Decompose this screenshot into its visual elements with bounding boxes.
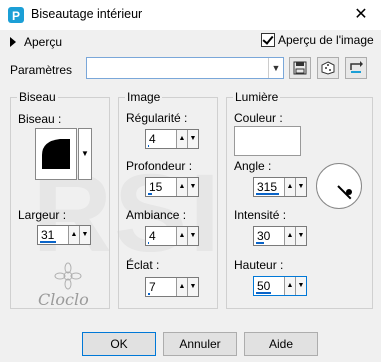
dial-hub bbox=[346, 189, 352, 195]
shininess-spinner[interactable]: 7 ▲ ▼ bbox=[145, 277, 199, 297]
ok-button[interactable]: OK bbox=[82, 332, 156, 356]
light-group-title: Lumière bbox=[233, 90, 281, 104]
ambience-level-bar bbox=[148, 242, 149, 244]
spin-up-icon[interactable]: ▲ bbox=[176, 130, 187, 148]
spin-down-icon[interactable]: ▼ bbox=[79, 226, 90, 244]
chevron-down-icon[interactable]: ▼ bbox=[268, 58, 283, 78]
shininess-value[interactable]: 7 bbox=[149, 280, 156, 294]
image-group-title: Image bbox=[125, 90, 163, 104]
watermark-signature: Cloclo bbox=[38, 290, 89, 309]
image-preview-checkbox[interactable]: Aperçu de l'image bbox=[261, 33, 374, 47]
presets-dropdown[interactable]: ▼ bbox=[86, 57, 284, 79]
spin-up-icon[interactable]: ▲ bbox=[176, 178, 187, 196]
checkbox-checked-icon[interactable] bbox=[261, 33, 275, 47]
intensity-spinner[interactable]: 30 ▲ ▼ bbox=[253, 226, 307, 246]
ambience-value[interactable]: 4 bbox=[149, 229, 156, 243]
spin-down-icon[interactable]: ▼ bbox=[187, 130, 198, 148]
spin-down-icon[interactable]: ▼ bbox=[187, 227, 198, 245]
shininess-label: Éclat : bbox=[126, 258, 160, 272]
random-preset-button[interactable] bbox=[317, 57, 339, 79]
depth-spinner[interactable]: 15 ▲ ▼ bbox=[145, 177, 199, 197]
width-spinner[interactable]: 31 ▲ ▼ bbox=[37, 225, 91, 245]
light-color-swatch[interactable] bbox=[234, 126, 301, 156]
preview-toggle[interactable]: Aperçu bbox=[10, 35, 62, 49]
image-preview-label: Aperçu de l'image bbox=[278, 33, 374, 47]
smoothness-spinner[interactable]: 4 ▲ ▼ bbox=[145, 129, 199, 149]
intensity-level-bar bbox=[256, 242, 264, 244]
save-icon bbox=[293, 61, 307, 75]
width-level-bar bbox=[40, 241, 56, 243]
window-title: Biseautage intérieur bbox=[31, 7, 143, 21]
expand-arrow-icon bbox=[10, 37, 16, 47]
reset-icon bbox=[350, 61, 363, 73]
spin-down-icon[interactable]: ▼ bbox=[295, 227, 306, 245]
title-bar: P Biseautage intérieur ✕ bbox=[0, 0, 381, 30]
spin-up-icon[interactable]: ▲ bbox=[68, 226, 79, 244]
svg-text:P: P bbox=[12, 9, 20, 23]
angle-label: Angle : bbox=[234, 159, 272, 173]
preview-label: Aperçu bbox=[24, 35, 63, 49]
reset-button[interactable] bbox=[345, 57, 367, 79]
dice-icon bbox=[321, 61, 335, 75]
help-button[interactable]: Aide bbox=[244, 332, 318, 356]
intensity-label: Intensité : bbox=[234, 208, 287, 222]
spin-down-icon[interactable]: ▼ bbox=[295, 277, 306, 295]
spin-down-icon[interactable]: ▼ bbox=[187, 178, 198, 196]
spin-down-icon[interactable]: ▼ bbox=[295, 178, 306, 196]
ambience-spinner[interactable]: 4 ▲ ▼ bbox=[145, 226, 199, 246]
intensity-value[interactable]: 30 bbox=[257, 229, 270, 243]
spin-up-icon[interactable]: ▲ bbox=[176, 227, 187, 245]
smoothness-label: Régularité : bbox=[126, 111, 188, 125]
bevel-label: Biseau : bbox=[18, 112, 62, 126]
save-preset-button[interactable] bbox=[289, 57, 311, 79]
spin-down-icon[interactable]: ▼ bbox=[187, 278, 198, 296]
depth-value[interactable]: 15 bbox=[149, 180, 162, 194]
bevel-group-title: Biseau bbox=[17, 90, 58, 104]
bevel-shape-preview[interactable] bbox=[35, 128, 77, 180]
depth-level-bar bbox=[148, 193, 152, 195]
angle-value[interactable]: 315 bbox=[257, 180, 277, 194]
smoothness-value[interactable]: 4 bbox=[149, 132, 156, 146]
angle-spinner[interactable]: 315 ▲ ▼ bbox=[253, 177, 307, 197]
color-label: Couleur : bbox=[234, 111, 283, 125]
elevation-value[interactable]: 50 bbox=[257, 279, 270, 293]
bevel-dropdown-arrow[interactable]: ▼ bbox=[78, 128, 92, 180]
elevation-spinner[interactable]: 50 ▲ ▼ bbox=[253, 276, 307, 296]
presets-label: Paramètres bbox=[10, 63, 73, 77]
cancel-button[interactable]: Annuler bbox=[163, 332, 237, 356]
elevation-label: Hauteur : bbox=[234, 258, 284, 272]
width-label: Largeur : bbox=[18, 208, 67, 222]
depth-label: Profondeur : bbox=[126, 159, 193, 173]
angle-dial[interactable] bbox=[316, 163, 362, 209]
spin-up-icon[interactable]: ▲ bbox=[284, 277, 295, 295]
spin-up-icon[interactable]: ▲ bbox=[284, 227, 295, 245]
spin-up-icon[interactable]: ▲ bbox=[284, 178, 295, 196]
spin-up-icon[interactable]: ▲ bbox=[176, 278, 187, 296]
shininess-level-bar bbox=[148, 293, 150, 295]
ambience-label: Ambiance : bbox=[126, 208, 187, 222]
bevel-shape-icon bbox=[42, 139, 70, 169]
paintshop-app-icon: P bbox=[8, 7, 24, 23]
width-value[interactable]: 31 bbox=[41, 228, 54, 242]
smoothness-level-bar bbox=[148, 145, 149, 147]
dialog-window: RSI P Biseautage intérieur ✕ Aperçu Aper… bbox=[0, 0, 381, 362]
elevation-level-bar bbox=[256, 292, 271, 294]
close-icon[interactable]: ✕ bbox=[350, 4, 372, 26]
angle-level-bar bbox=[256, 193, 279, 195]
